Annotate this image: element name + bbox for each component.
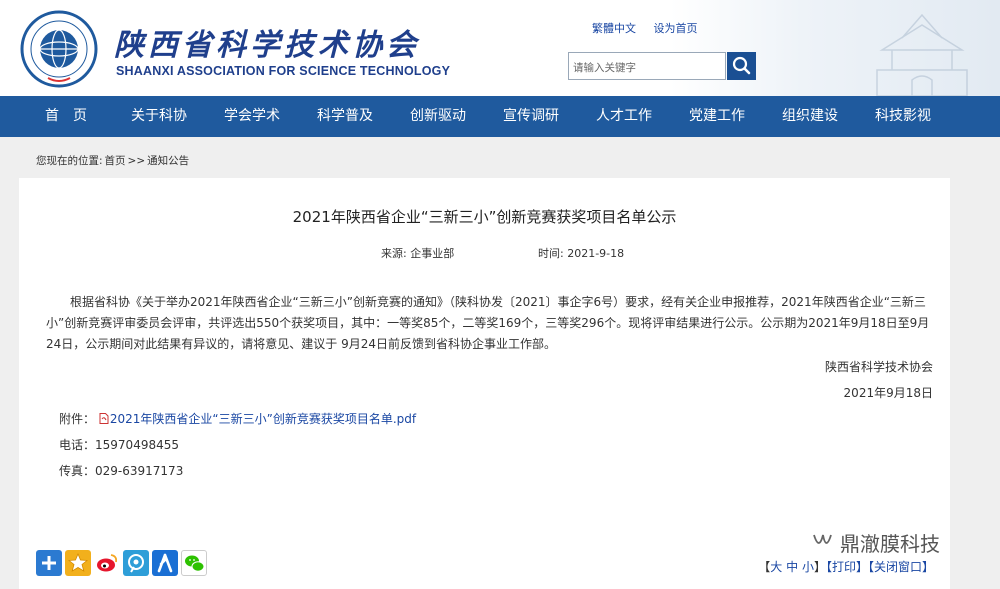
wechat-channel-icon	[813, 534, 832, 544]
nav-item-innovation[interactable]: 创新驱动	[410, 96, 466, 137]
tencent-weibo-icon[interactable]	[123, 550, 149, 576]
search-input[interactable]: 请输入关键字	[568, 52, 726, 80]
qzone-star-icon[interactable]	[65, 550, 91, 576]
search-button[interactable]	[727, 52, 756, 80]
set-homepage-link[interactable]: 设为首页	[654, 22, 698, 35]
time-value: 2021-9-18	[567, 247, 625, 260]
close-window-link[interactable]: 【关闭窗口】	[868, 560, 934, 574]
article-panel: 2021年陕西省企业“三新三小”创新竞赛获奖项目名单公示 来源: 企事业部 时间…	[19, 178, 950, 589]
source-label: 来源:	[381, 247, 407, 260]
font-size-close: 】	[813, 560, 826, 574]
wechat-icon[interactable]	[181, 550, 207, 576]
attachment-row: 附件： 2021年陕西省企业“三新三小”创新竞赛获奖项目名单.pdf	[59, 410, 416, 427]
nav-item-talent[interactable]: 人才工作	[596, 96, 652, 137]
breadcrumb-prefix: 您现在的位置:	[36, 155, 103, 167]
fax-label: 传真：	[59, 464, 96, 478]
attachment-label: 附件：	[59, 412, 96, 426]
nav-item-home[interactable]: 首 页	[45, 96, 87, 137]
plus-share-icon[interactable]	[36, 550, 62, 576]
phone-row: 电话：15970498455	[59, 436, 179, 453]
breadcrumb-current[interactable]: 通知公告	[147, 155, 189, 167]
watermark-text: 鼎澈膜科技	[840, 528, 940, 557]
font-size-medium-link[interactable]: 中	[786, 560, 798, 574]
nav-item-about[interactable]: 关于科协	[131, 96, 187, 137]
nav-item-academic[interactable]: 学会学术	[224, 96, 280, 137]
renren-icon[interactable]	[152, 550, 178, 576]
building-silhouette-icon	[876, 13, 968, 96]
association-emblem-icon	[20, 10, 98, 88]
breadcrumb-separator: >>	[127, 155, 146, 167]
font-size-big-link[interactable]: 大	[770, 560, 782, 574]
traditional-chinese-link[interactable]: 繁體中文	[592, 22, 636, 35]
fax-row: 传真：029-63917173	[59, 462, 183, 479]
article-body: 根据省科协《关于举办2021年陕西省企业“三新三小”创新竞赛的通知》（陕科协发〔…	[46, 295, 930, 351]
nav-item-party[interactable]: 党建工作	[689, 96, 745, 137]
nav-item-science-popularization[interactable]: 科学普及	[317, 96, 373, 137]
search-icon	[732, 56, 751, 75]
font-size-open: 【	[758, 560, 771, 574]
nav-item-organization[interactable]: 组织建设	[782, 96, 838, 137]
phone-value: 15970498455	[95, 438, 179, 452]
bottom-links: 【大 中 小】【打印】【关闭窗口】	[758, 558, 934, 575]
time-label: 时间:	[538, 247, 564, 260]
article-title: 2021年陕西省企业“三新三小”创新竞赛获奖项目名单公示	[292, 208, 677, 226]
fax-value: 029-63917173	[95, 464, 184, 478]
phone-label: 电话：	[59, 438, 96, 452]
source-value: 企事业部	[410, 247, 455, 260]
pdf-file-icon	[99, 413, 109, 424]
top-links: 繁體中文 设为首页	[592, 20, 712, 36]
article-time: 时间: 2021-9-18	[538, 245, 624, 261]
breadcrumb: 您现在的位置: 首页 >> 通知公告	[36, 153, 191, 168]
signature-date: 2021年9月18日	[843, 386, 933, 400]
site-header: 陕西省科学技术协会 SHAANXI ASSOCIATION FOR SCIENC…	[0, 0, 1000, 96]
watermark-label: 鼎澈膜科技	[840, 532, 940, 556]
attachment-link[interactable]: 2021年陕西省企业“三新三小”创新竞赛获奖项目名单.pdf	[110, 412, 416, 426]
nav-item-publicity[interactable]: 宣传调研	[503, 96, 559, 137]
article-source: 来源: 企事业部	[381, 245, 454, 261]
main-nav: 首 页 关于科协 学会学术 科学普及 创新驱动 宣传调研 人才工作 党建工作 组…	[0, 96, 1000, 137]
font-size-small-link[interactable]: 小	[802, 560, 814, 574]
signature-org: 陕西省科学技术协会	[824, 360, 933, 374]
breadcrumb-home[interactable]: 首页	[105, 155, 126, 167]
nav-item-science-video[interactable]: 科技影视	[875, 96, 931, 137]
org-name-en: SHAANXI ASSOCIATION FOR SCIENCE TECHNOLO…	[116, 64, 451, 78]
org-name-cn: 陕西省科学技术协会	[114, 28, 420, 63]
print-link[interactable]: 【打印】	[826, 560, 868, 574]
weibo-icon[interactable]	[94, 550, 120, 576]
